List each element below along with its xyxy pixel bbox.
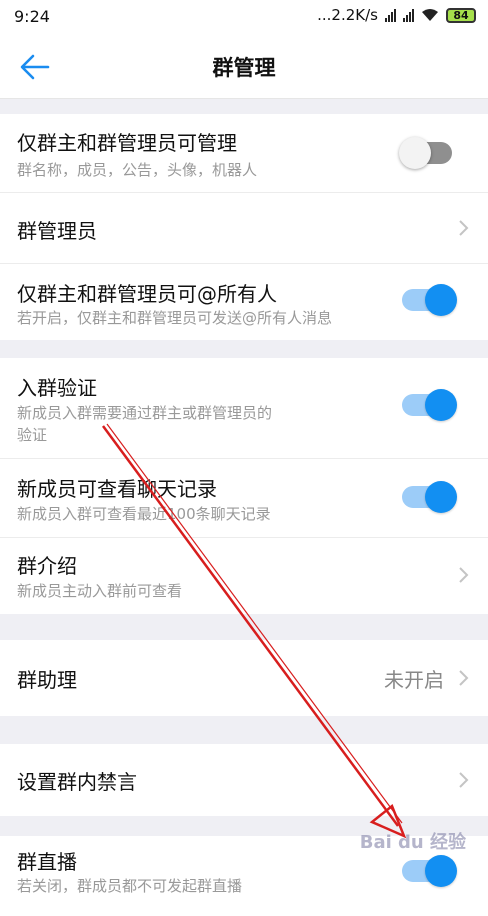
view-history-toggle[interactable] xyxy=(402,481,457,513)
setting-sub: 新成员主动入群前可查看 xyxy=(17,582,183,600)
chevron-right-icon xyxy=(459,220,469,236)
toggle-knob xyxy=(399,137,431,169)
watermark: Bai du 经验 xyxy=(359,832,466,853)
section-gap xyxy=(0,614,488,640)
setting-label: 仅群主和群管理员可管理 xyxy=(17,131,237,155)
section-gap xyxy=(0,340,488,358)
setting-label: 群助理 xyxy=(17,668,77,692)
status-right: ...2.2K/s 84 xyxy=(317,6,476,24)
page-title: 群管理 xyxy=(212,56,276,80)
join-verification-toggle[interactable] xyxy=(402,389,457,421)
nav-bar: 群管理 xyxy=(0,34,488,99)
setting-mute-all[interactable]: 设置群内禁言 xyxy=(0,744,488,816)
section-gap xyxy=(0,716,488,744)
signal-icon-2 xyxy=(403,8,414,22)
setting-sub: 新成员入群可查看最近100条聊天记录 xyxy=(17,505,271,523)
setting-sub: 若开启，仅群主和群管理员可发送@所有人消息 xyxy=(17,309,333,327)
setting-label: 新成员可查看聊天记录 xyxy=(17,477,217,501)
setting-view-history[interactable]: 新成员可查看聊天记录 新成员入群可查看最近100条聊天记录 xyxy=(0,459,488,538)
setting-sub-line2: 验证 xyxy=(17,426,48,444)
chevron-right-icon xyxy=(459,670,469,686)
setting-at-all[interactable]: 仅群主和群管理员可@所有人 若开启，仅群主和群管理员可发送@所有人消息 xyxy=(0,264,488,340)
setting-sub: 新成员入群需要通过群主或群管理员的 xyxy=(17,404,273,422)
battery-icon: 84 xyxy=(446,7,476,23)
setting-sub: 若关闭，群成员都不可发起群直播 xyxy=(17,877,243,895)
assistant-status-value: 未开启 xyxy=(384,668,444,692)
setting-label: 设置群内禁言 xyxy=(17,770,137,794)
status-bar: 9:24 ...2.2K/s 84 xyxy=(0,0,488,34)
at-all-toggle[interactable] xyxy=(402,284,457,316)
setting-label: 仅群主和群管理员可@所有人 xyxy=(17,282,277,306)
status-time: 9:24 xyxy=(14,7,50,26)
setting-label: 群直播 xyxy=(17,850,77,874)
setting-join-verification[interactable]: 入群验证 新成员入群需要通过群主或群管理员的 验证 xyxy=(0,358,488,459)
setting-group-intro[interactable]: 群介绍 新成员主动入群前可查看 xyxy=(0,538,488,614)
network-speed: ...2.2K/s xyxy=(317,6,378,24)
setting-sub: 群名称，成员，公告，头像，机器人 xyxy=(17,161,258,179)
toggle-knob xyxy=(425,481,457,513)
setting-label: 入群验证 xyxy=(17,376,97,400)
setting-label: 群管理员 xyxy=(17,219,97,243)
chevron-right-icon xyxy=(459,772,469,788)
setting-group-admins[interactable]: 群管理员 xyxy=(0,193,488,264)
wifi-icon xyxy=(422,9,438,21)
signal-icon xyxy=(385,8,396,22)
toggle-knob xyxy=(425,855,457,887)
toggle-knob xyxy=(425,389,457,421)
setting-group-assistant[interactable]: 群助理 未开启 xyxy=(0,640,488,716)
group-live-toggle[interactable] xyxy=(402,855,457,887)
setting-label: 群介绍 xyxy=(17,554,77,578)
toggle-knob xyxy=(425,284,457,316)
admin-manage-toggle[interactable] xyxy=(399,137,452,169)
chevron-right-icon xyxy=(459,567,469,583)
setting-admin-manage[interactable]: 仅群主和群管理员可管理 群名称，成员，公告，头像，机器人 xyxy=(0,114,488,193)
